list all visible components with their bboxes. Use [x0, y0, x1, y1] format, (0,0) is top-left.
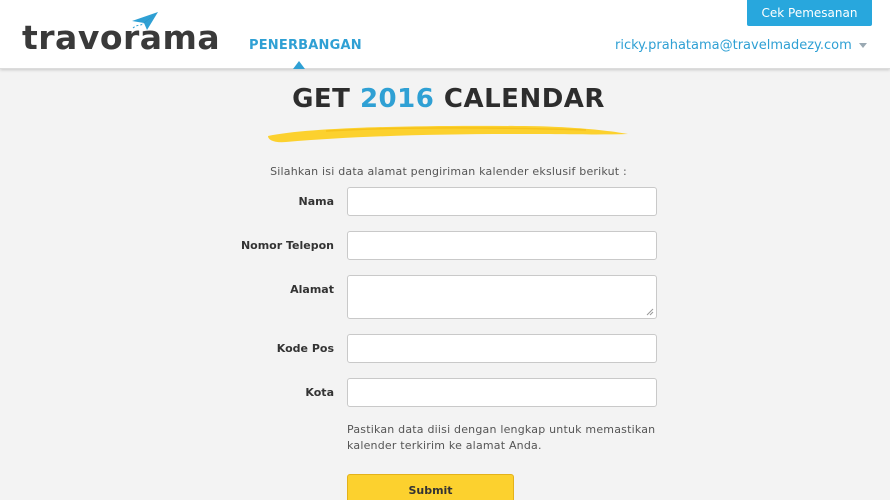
- kota-label: Kota: [305, 386, 334, 399]
- nomor-telepon-label: Nomor Telepon: [240, 239, 334, 252]
- active-tab-indicator: [293, 61, 305, 69]
- nomor-telepon-input[interactable]: [347, 231, 657, 260]
- travorama-logo[interactable]: travorama: [22, 10, 220, 60]
- logo-wordmark: travorama: [22, 18, 221, 57]
- nama-input[interactable]: [347, 187, 657, 216]
- intro-text: Silahkan isi data alamat pengiriman kale…: [270, 165, 627, 178]
- submit-button[interactable]: Submit: [347, 474, 514, 500]
- yellow-brush-underline: [268, 125, 628, 143]
- kode-pos-label: Kode Pos: [276, 342, 334, 355]
- title-year: 2016: [359, 84, 435, 114]
- kode-pos-input[interactable]: [347, 334, 657, 363]
- nama-label: Nama: [298, 195, 334, 208]
- helper-note: Pastikan data diisi dengan lengkap untuk…: [347, 422, 677, 454]
- user-account-menu[interactable]: ricky.prahatama@travelmadezy.com: [615, 38, 867, 53]
- helper-note-line-1: Pastikan data diisi dengan lengkap untuk…: [347, 423, 656, 436]
- user-email: ricky.prahatama@travelmadezy.com: [615, 38, 852, 53]
- title-suffix: CALENDAR: [443, 84, 605, 114]
- kota-input[interactable]: [347, 378, 657, 407]
- check-booking-button[interactable]: Cek Pemesanan: [747, 0, 872, 26]
- nav-flights-tab[interactable]: PENERBANGAN: [249, 38, 362, 53]
- resize-handle-icon[interactable]: [646, 308, 654, 316]
- chevron-down-icon: [858, 43, 867, 48]
- top-header: travorama PENERBANGAN Cek Pemesanan rick…: [0, 0, 890, 69]
- alamat-label: Alamat: [290, 283, 334, 296]
- paper-plane-icon: [132, 12, 158, 30]
- title-prefix: GET: [292, 84, 351, 114]
- page-title: GET 2016 CALENDAR: [0, 84, 890, 114]
- alamat-textarea[interactable]: [347, 275, 657, 319]
- helper-note-line-2: kalender terkirim ke alamat Anda.: [347, 439, 542, 452]
